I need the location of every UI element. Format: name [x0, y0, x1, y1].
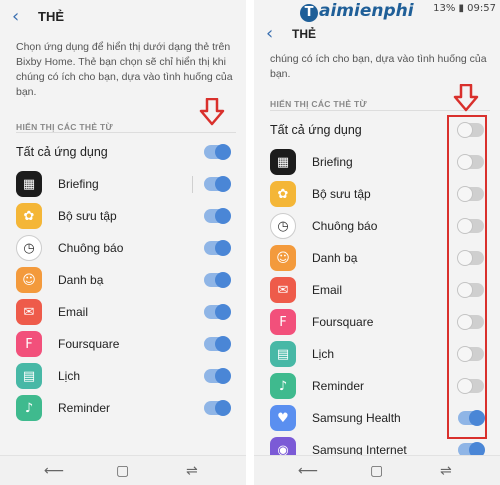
app-toggle[interactable] — [204, 368, 231, 384]
app-toggle[interactable] — [204, 176, 231, 192]
app-name: Reminder — [312, 379, 365, 393]
app-name: Bộ sưu tập — [312, 187, 371, 201]
app-name: Briefing — [58, 177, 99, 191]
nav-back-icon[interactable]: ⟵ — [298, 463, 318, 479]
nav-home-icon[interactable]: ▢ — [116, 463, 129, 479]
navigation-bar: ⟵ ▢ ⇌ — [0, 455, 246, 485]
app-name: Email — [312, 283, 343, 297]
navigation-bar: ⟵ ▢ ⇌ — [254, 455, 500, 485]
app-toggle[interactable] — [204, 272, 231, 288]
toggle-knob — [215, 304, 231, 320]
header: ‹ THẺ — [0, 0, 246, 34]
nav-back-icon[interactable]: ⟵ — [44, 463, 64, 479]
all-apps-toggle[interactable] — [204, 144, 231, 160]
toggle-knob — [215, 336, 231, 352]
toggle-knob — [215, 240, 231, 256]
app-name: Foursquare — [58, 337, 120, 351]
app-toggle[interactable] — [204, 400, 231, 416]
app-row[interactable]: F Foursquare — [0, 328, 246, 360]
section-label: HIỂN THỊ CÁC THẺ TỪ — [16, 122, 113, 132]
app-toggle[interactable] — [204, 208, 231, 224]
calendar-icon: ▤ — [16, 363, 42, 389]
toggle-knob — [215, 208, 231, 224]
red-down-arrow-icon — [453, 84, 479, 112]
app-name: Danh bạ — [58, 273, 104, 287]
row-separator — [192, 176, 193, 193]
toggle-knob — [215, 400, 231, 416]
app-row[interactable]: ✿ Bộ sưu tập — [0, 200, 246, 232]
nav-recent-icon[interactable]: ⇌ — [440, 463, 452, 479]
app-name: Foursquare — [312, 315, 374, 329]
alarm-icon: ◷ — [16, 235, 42, 261]
email-icon: ✉ — [16, 299, 42, 325]
toggle-knob — [215, 272, 231, 288]
app-toggle[interactable] — [204, 304, 231, 320]
page-title: THẺ — [38, 9, 64, 24]
back-arrow-icon[interactable]: ‹ — [266, 23, 273, 44]
app-row[interactable]: ☺ Danh bạ — [0, 264, 246, 296]
all-apps-label: Tất cả ứng dụng — [270, 123, 362, 137]
app-row[interactable]: ◷ Chuông báo — [0, 232, 246, 264]
foursquare-icon: F — [16, 331, 42, 357]
app-name: Lịch — [58, 369, 81, 383]
calendar-icon: ▤ — [270, 341, 296, 367]
app-row[interactable]: ✉ Email — [0, 296, 246, 328]
foursquare-icon: F — [270, 309, 296, 335]
app-name: Briefing — [312, 155, 353, 169]
toggle-knob — [215, 368, 231, 384]
reminder-icon: ♪ — [270, 373, 296, 399]
panel-divider — [246, 0, 254, 485]
app-row[interactable]: ▤ Lịch — [0, 360, 246, 392]
right-screen: Taimienphi 13% ▮ 09:57 ‹ THẺ chúng có íc… — [254, 0, 500, 485]
left-screen: ‹ THẺ Chọn ứng dụng để hiển thị dưới dạn… — [0, 0, 246, 485]
toggle-knob — [215, 144, 231, 160]
all-apps-label: Tất cả ứng dụng — [16, 145, 108, 159]
nav-home-icon[interactable]: ▢ — [370, 463, 383, 479]
app-name: Email — [58, 305, 89, 319]
briefing-icon: ▦ — [16, 171, 42, 197]
nav-recent-icon[interactable]: ⇌ — [186, 463, 198, 479]
description: chúng có ích cho bạn, dựa vào tình huống… — [270, 53, 487, 80]
description: Chọn ứng dụng để hiển thị dưới dạng thẻ … — [16, 41, 233, 98]
samsung-health-icon: ♥ — [270, 405, 296, 431]
section-label: HIỂN THỊ CÁC THẺ TỪ — [270, 99, 367, 109]
all-apps-row[interactable]: Tất cả ứng dụng — [0, 136, 246, 168]
app-toggle[interactable] — [204, 240, 231, 256]
gallery-icon: ✿ — [16, 203, 42, 229]
toggle-knob — [215, 176, 231, 192]
briefing-icon: ▦ — [270, 149, 296, 175]
app-name: Lịch — [312, 347, 335, 361]
alarm-icon: ◷ — [270, 213, 296, 239]
back-arrow-icon[interactable]: ‹ — [12, 6, 19, 27]
watermark-logo: Taimienphi — [300, 1, 414, 22]
app-row[interactable]: ♪ Reminder — [0, 392, 246, 424]
contacts-icon: ☺ — [16, 267, 42, 293]
status-indicators: 13% ▮ 09:57 — [433, 3, 496, 14]
email-icon: ✉ — [270, 277, 296, 303]
app-name: Chuông báo — [58, 241, 124, 255]
gallery-icon: ✿ — [270, 181, 296, 207]
contacts-icon: ☺ — [270, 245, 296, 271]
section-divider — [16, 132, 236, 133]
status-bar: Taimienphi 13% ▮ 09:57 — [254, 0, 500, 22]
highlight-box — [447, 115, 487, 439]
app-name: Reminder — [58, 401, 111, 415]
page-title: THẺ — [292, 27, 316, 41]
red-down-arrow-icon — [199, 98, 225, 126]
app-row[interactable]: ▦ Briefing — [0, 168, 246, 200]
app-name: Bộ sưu tập — [58, 209, 117, 223]
app-name: Danh bạ — [312, 251, 358, 265]
reminder-icon: ♪ — [16, 395, 42, 421]
app-name: Samsung Health — [312, 411, 401, 425]
app-name: Chuông báo — [312, 219, 378, 233]
app-toggle[interactable] — [204, 336, 231, 352]
